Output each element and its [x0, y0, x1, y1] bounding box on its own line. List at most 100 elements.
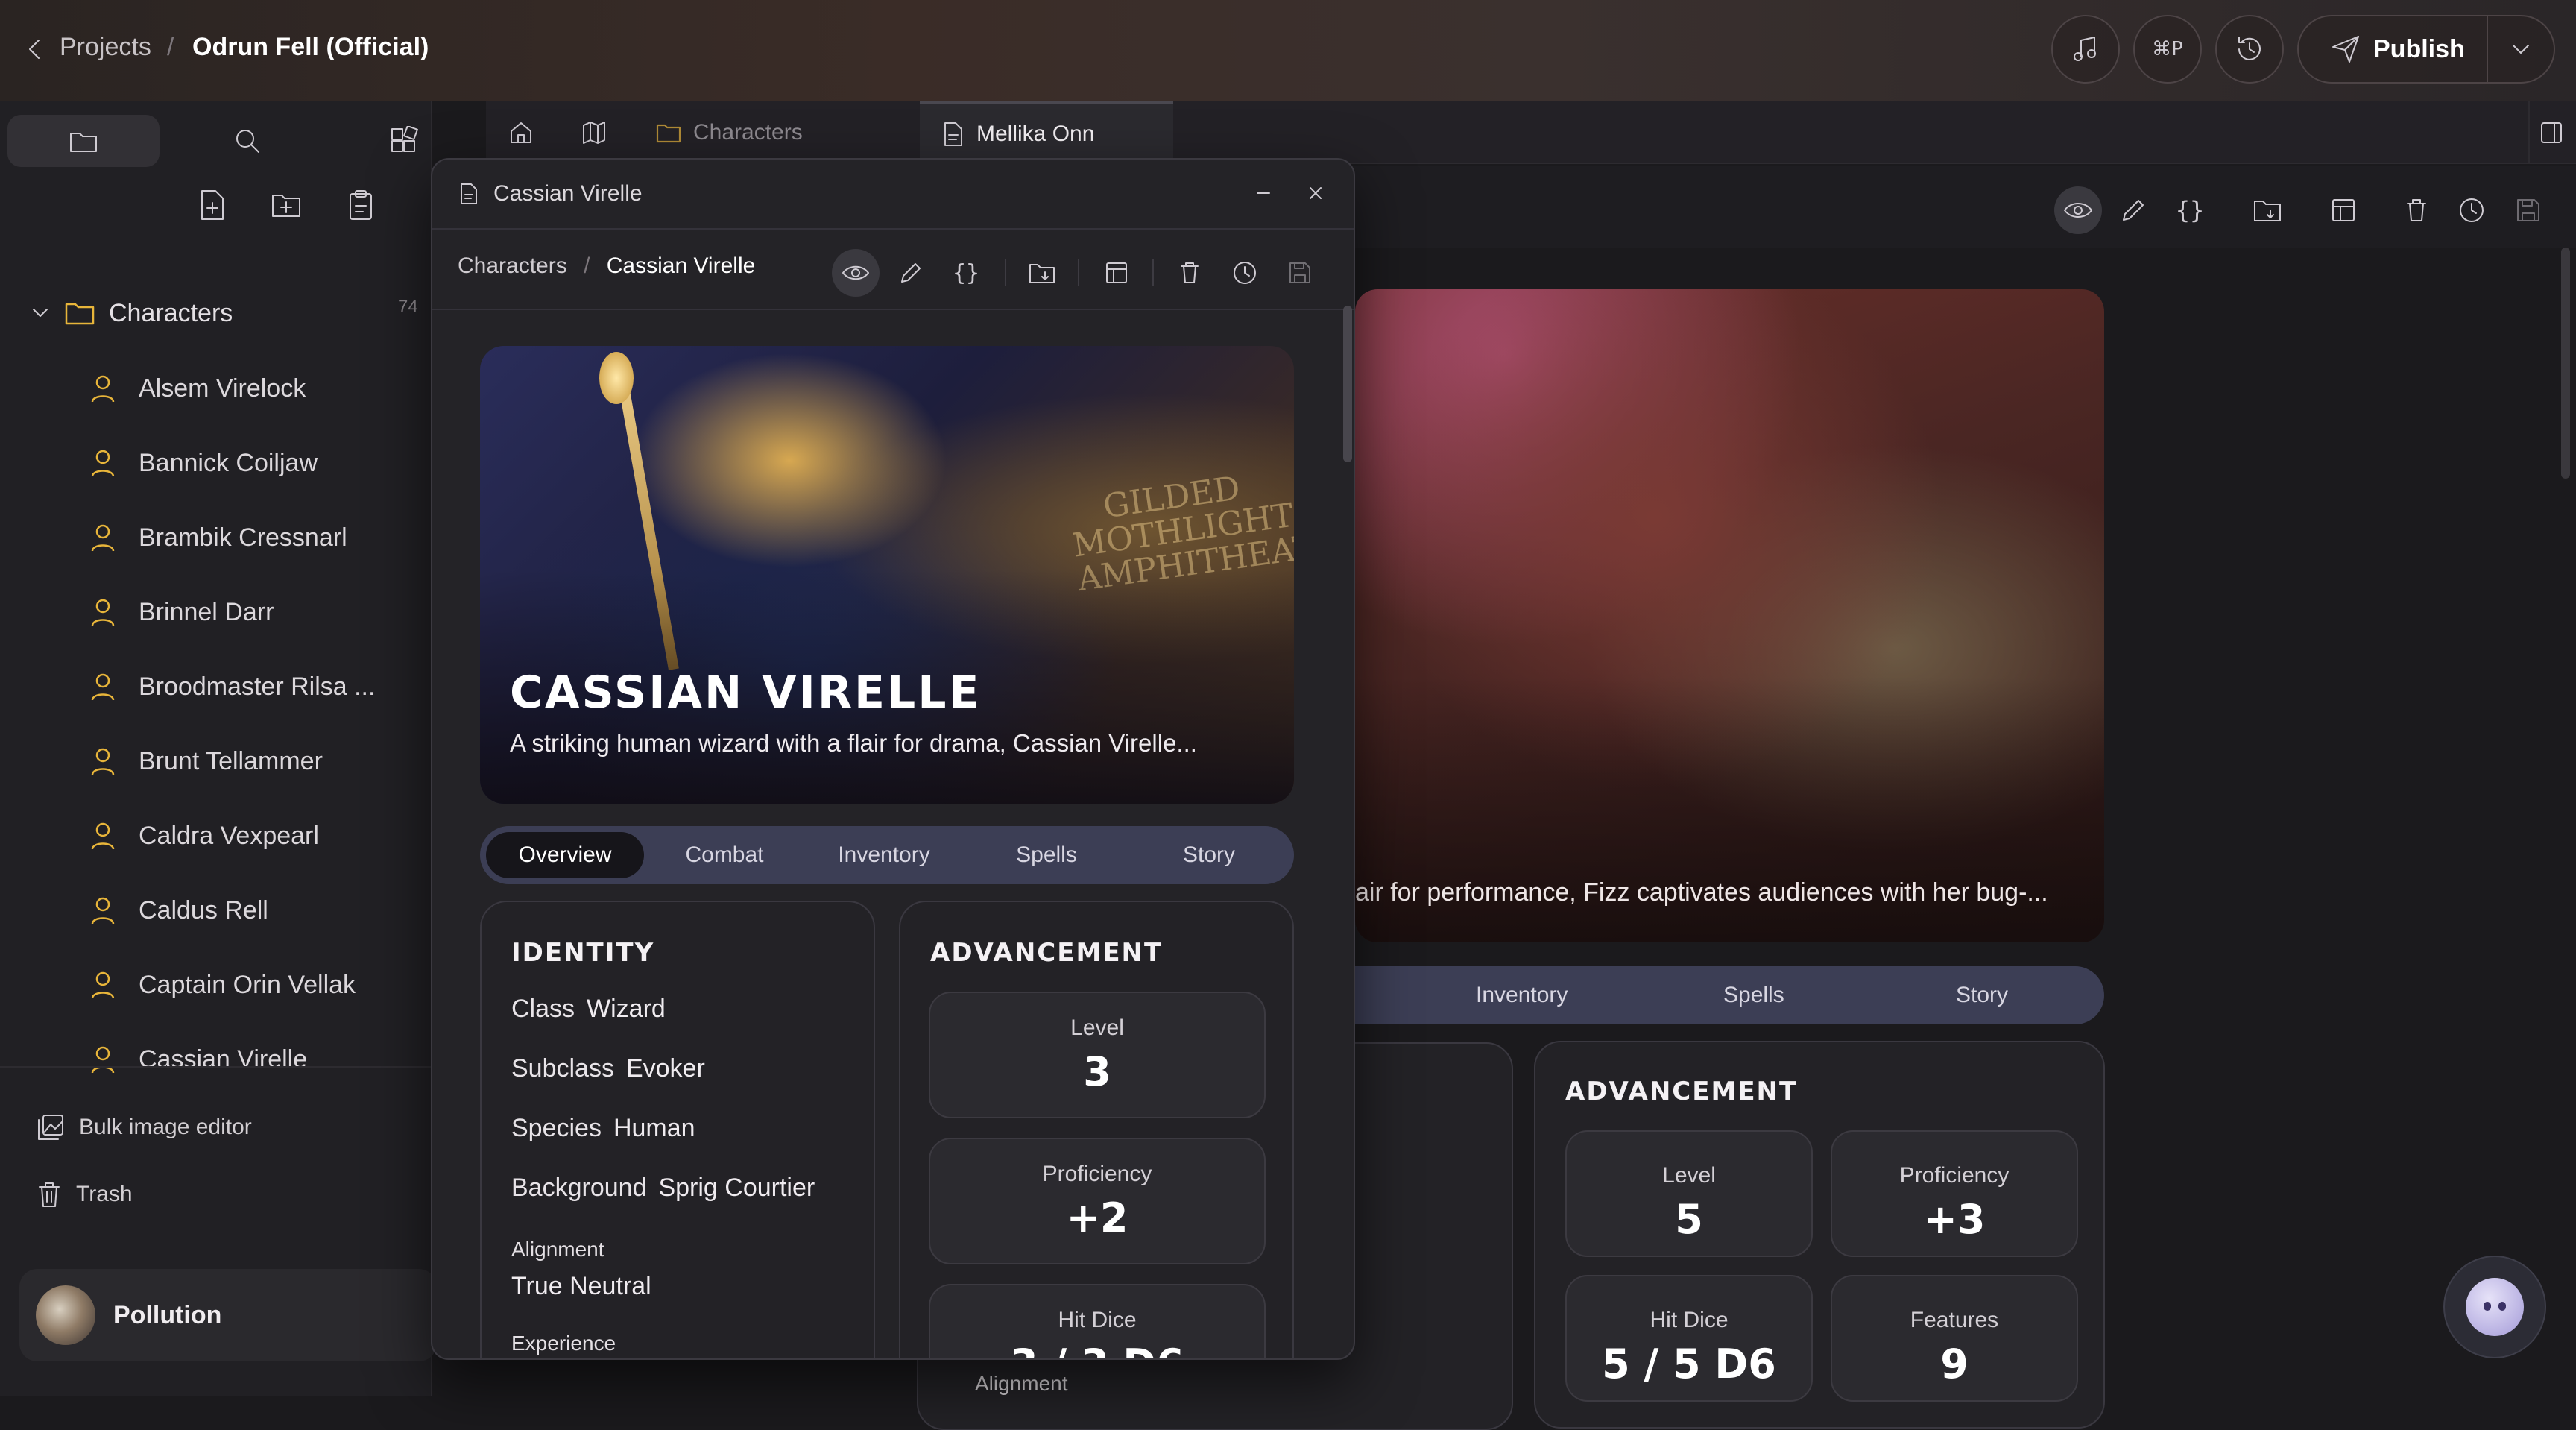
- field-label: Class: [511, 995, 575, 1023]
- tab-story[interactable]: Story: [1130, 826, 1288, 884]
- tree-item[interactable]: Caldus Rell: [89, 884, 268, 936]
- trash-icon: [2407, 199, 2426, 221]
- workspace-switcher[interactable]: Pollution: [19, 1269, 437, 1361]
- home-tab[interactable]: [508, 101, 553, 164]
- toggle-right-panel-button[interactable]: [2528, 101, 2573, 164]
- folder-icon: [65, 303, 95, 325]
- save-button[interactable]: [1276, 249, 1324, 297]
- braces-icon: {}: [952, 259, 980, 286]
- tab-inventory[interactable]: Inventory: [1476, 966, 1568, 1024]
- delete-button[interactable]: [1166, 249, 1213, 297]
- tree-item-label: Brunt Tellammer: [139, 746, 323, 775]
- paste-button[interactable]: [338, 179, 383, 231]
- tree-item-label: Caldus Rell: [139, 895, 268, 925]
- tree-item[interactable]: Cassian Virelle: [89, 1033, 307, 1086]
- music-button[interactable]: [2051, 15, 2120, 84]
- view-mode-button[interactable]: [832, 249, 880, 297]
- person-icon: [91, 599, 115, 626]
- field-value: Human: [613, 1114, 695, 1142]
- folder-icon: [70, 133, 97, 152]
- new-file-button[interactable]: [189, 179, 234, 231]
- json-mode-button[interactable]: {}: [2166, 186, 2214, 234]
- view-mode-button[interactable]: [2054, 186, 2102, 234]
- stat-value: 5 / 5 D6: [1602, 1341, 1776, 1388]
- panel-right-icon: [2541, 122, 2562, 143]
- tree-item-label: Caldra Vexpearl: [139, 821, 319, 850]
- back-chevron-icon[interactable]: [25, 34, 43, 64]
- breadcrumb-current-project[interactable]: Odrun Fell (Official): [192, 33, 429, 62]
- move-button[interactable]: [1018, 249, 1066, 297]
- stat-features: Features 9: [1831, 1275, 2078, 1402]
- character-popup-window: Cassian Virelle Characters / Cassian Vir…: [431, 158, 1355, 1360]
- field-value: Evoker: [625, 1054, 705, 1083]
- tree-item[interactable]: Captain Orin Vellak: [89, 959, 356, 1011]
- trash-link[interactable]: Trash: [37, 1172, 133, 1217]
- tab-search[interactable]: [171, 115, 323, 167]
- field-label: Subclass: [511, 1054, 614, 1083]
- tree-root-count: 74: [398, 297, 418, 317]
- main-scrollbar[interactable]: [2561, 248, 2570, 479]
- assistant-button[interactable]: [2443, 1256, 2546, 1358]
- braces-icon: {}: [2175, 196, 2205, 224]
- edit-mode-button[interactable]: [887, 249, 935, 297]
- history-button[interactable]: [2448, 186, 2496, 234]
- edit-mode-button[interactable]: [2109, 186, 2157, 234]
- tab-files[interactable]: [7, 115, 160, 167]
- background-advancement-card: ADVANCEMENT Level 5 Proficiency +3 Hit D…: [1534, 1041, 2105, 1429]
- person-icon: [91, 971, 115, 999]
- history-icon: [2238, 37, 2261, 60]
- person-icon: [91, 822, 115, 850]
- tab-active-document[interactable]: Mellika Onn: [920, 101, 1173, 164]
- move-button[interactable]: [2244, 186, 2291, 234]
- close-button[interactable]: [1297, 174, 1334, 212]
- tab-combat[interactable]: Combat: [648, 826, 801, 884]
- breadcrumb-projects[interactable]: Projects: [60, 33, 151, 62]
- tree-root-characters[interactable]: Characters: [30, 291, 432, 336]
- person-icon: [91, 1046, 115, 1074]
- publish-button[interactable]: Publish: [2297, 15, 2488, 84]
- tab-characters[interactable]: Characters: [656, 101, 880, 164]
- window-scrollbar[interactable]: [1343, 306, 1352, 462]
- tree-item[interactable]: Brunt Tellammer: [89, 735, 323, 787]
- publish-menu-button[interactable]: [2487, 15, 2555, 84]
- alignment-label: Alignment: [511, 1238, 604, 1261]
- window-title: Cassian Virelle: [493, 181, 643, 206]
- bulk-image-editor-link[interactable]: Bulk image editor: [37, 1105, 252, 1150]
- tab-inventory[interactable]: Inventory: [805, 826, 963, 884]
- sidebar: Characters 74 Alsem Virelock Bannick Coi…: [0, 101, 437, 1396]
- tab-overview[interactable]: Overview: [486, 832, 644, 878]
- delete-button[interactable]: [2393, 186, 2440, 234]
- stat-value: 3 / 3 D6: [930, 1341, 1264, 1358]
- tree-item[interactable]: Brambik Cressnarl: [89, 511, 347, 564]
- stat-label: Hit Dice: [1058, 1308, 1137, 1332]
- history-button[interactable]: [2215, 15, 2284, 84]
- layout-button[interactable]: [2320, 186, 2367, 234]
- command-palette-button[interactable]: ⌘P: [2133, 15, 2202, 84]
- clock-icon: [2460, 198, 2484, 222]
- tree-item[interactable]: Caldra Vexpearl: [89, 810, 319, 862]
- blocks-icon: [391, 126, 418, 152]
- tab-spells[interactable]: Spells: [967, 826, 1126, 884]
- layout-button[interactable]: [1093, 249, 1140, 297]
- window-titlebar[interactable]: Cassian Virelle: [432, 160, 1354, 228]
- eye-icon: [842, 265, 869, 280]
- json-mode-button[interactable]: {}: [942, 249, 990, 297]
- tree-item[interactable]: Alsem Virelock: [89, 362, 306, 415]
- tree-item-label: Brambik Cressnarl: [139, 523, 347, 552]
- eye-icon: [2064, 203, 2092, 218]
- history-button[interactable]: [1221, 249, 1269, 297]
- tab-spells[interactable]: Spells: [1723, 966, 1784, 1024]
- tree-item[interactable]: Brinnel Darr: [89, 586, 274, 638]
- save-button[interactable]: [2504, 186, 2552, 234]
- map-tab[interactable]: [581, 101, 626, 164]
- tree-root-label: Characters: [109, 298, 233, 327]
- pencil-icon: [901, 263, 921, 283]
- crumb-parent[interactable]: Characters: [458, 253, 567, 278]
- assistant-avatar-icon: [2466, 1278, 2524, 1336]
- tab-story[interactable]: Story: [1956, 966, 2008, 1024]
- minimize-button[interactable]: [1245, 174, 1282, 212]
- tree-item[interactable]: Bannick Coiljaw: [89, 437, 318, 489]
- character-hero-image: GILDED MOTHLIGHT AMPHITHEATER CASSIAN VI…: [480, 346, 1294, 804]
- tree-item[interactable]: Broodmaster Rilsa ...: [89, 661, 375, 713]
- new-folder-button[interactable]: [264, 179, 309, 231]
